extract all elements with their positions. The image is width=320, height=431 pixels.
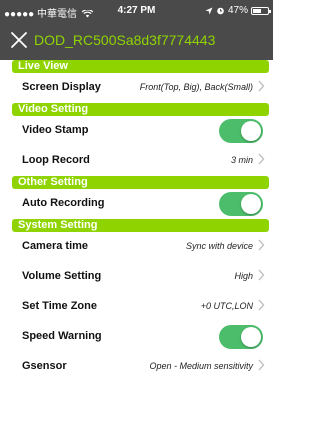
chevron-right-icon bbox=[258, 269, 265, 281]
row-label: Gsensor bbox=[22, 360, 67, 372]
row-label: Speed Warning bbox=[22, 330, 102, 342]
battery-fill bbox=[253, 8, 261, 13]
section-header-live-view: Live View bbox=[12, 60, 269, 73]
chevron-right-icon bbox=[258, 239, 265, 251]
speed-warning-toggle[interactable] bbox=[219, 325, 263, 349]
row-value: 3 min bbox=[230, 155, 253, 165]
set-time-zone-row[interactable]: Set Time Zone +0 UTC,LON bbox=[22, 292, 273, 322]
row-value: Sync with device bbox=[185, 241, 253, 251]
toggle-knob bbox=[241, 194, 261, 214]
chevron-right-icon bbox=[258, 80, 265, 92]
row-label: Camera time bbox=[22, 240, 89, 252]
section-header-system-setting: System Setting bbox=[12, 219, 269, 232]
row-label: Screen Display bbox=[22, 81, 101, 93]
location-arrow-icon bbox=[205, 7, 213, 14]
video-stamp-row: Video Stamp bbox=[22, 116, 273, 146]
camera-time-row[interactable]: Camera time Sync with device bbox=[22, 232, 273, 262]
row-label: Loop Record bbox=[22, 154, 90, 166]
row-label: Video Stamp bbox=[22, 124, 89, 136]
close-icon[interactable] bbox=[6, 27, 32, 53]
row-label: Auto Recording bbox=[22, 197, 105, 209]
auto-recording-toggle[interactable] bbox=[219, 192, 263, 216]
section-header-other-setting: Other Setting bbox=[12, 176, 269, 189]
chevron-right-icon bbox=[258, 299, 265, 311]
loop-record-row[interactable]: Loop Record 3 min bbox=[22, 146, 273, 176]
volume-setting-row[interactable]: Volume Setting High bbox=[22, 262, 273, 292]
battery-icon bbox=[251, 6, 271, 15]
chevron-right-icon bbox=[258, 359, 265, 371]
row-value: Front(Top, Big), Back(Small) bbox=[139, 82, 253, 92]
screen-display-row[interactable]: Screen Display Front(Top, Big), Back(Sma… bbox=[22, 73, 273, 103]
toggle-knob bbox=[241, 121, 261, 141]
row-label: Set Time Zone bbox=[22, 300, 97, 312]
row-label: Volume Setting bbox=[22, 270, 102, 282]
row-value: High bbox=[234, 271, 253, 281]
row-value: Open - Medium sensitivity bbox=[149, 361, 253, 371]
nav-bar: DOD_RC500Sa8d3f7774443 bbox=[0, 22, 273, 64]
row-value: +0 UTC,LON bbox=[200, 301, 253, 311]
toggle-knob bbox=[241, 327, 261, 347]
status-bar: ●●●●● 中華電信 4:27 PM 47% bbox=[0, 0, 273, 22]
auto-recording-row: Auto Recording bbox=[22, 189, 273, 219]
alarm-icon bbox=[217, 7, 224, 15]
speed-warning-row: Speed Warning bbox=[22, 322, 273, 352]
section-header-video-setting: Video Setting bbox=[12, 103, 269, 116]
battery-percent: 47% bbox=[227, 5, 248, 16]
video-stamp-toggle[interactable] bbox=[219, 119, 263, 143]
settings-list: Live View Screen Display Front(Top, Big)… bbox=[0, 60, 273, 382]
gsensor-row[interactable]: Gsensor Open - Medium sensitivity bbox=[22, 352, 273, 382]
chevron-right-icon bbox=[258, 153, 265, 165]
page-title: DOD_RC500Sa8d3f7774443 bbox=[34, 32, 216, 48]
